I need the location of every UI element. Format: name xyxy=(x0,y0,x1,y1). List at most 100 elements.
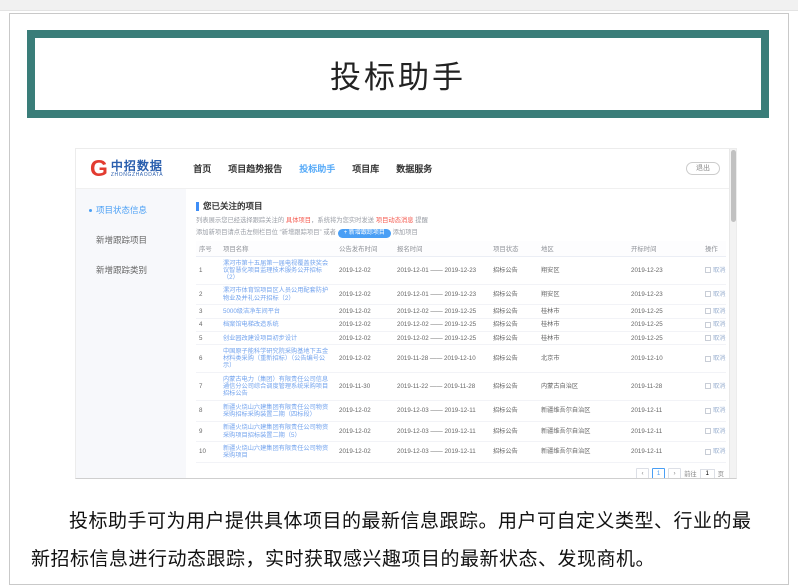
checkbox-icon[interactable] xyxy=(705,449,711,455)
unfollow-link[interactable]: 取消关注 xyxy=(702,401,726,422)
page-next-button[interactable]: › xyxy=(668,468,681,479)
table-row: 35000级洁净车间平台2019-12-022019-12-02 —— 2019… xyxy=(196,305,726,318)
unfollow-link[interactable]: 取消关注 xyxy=(702,305,726,318)
logo-subtitle: ZHONGZHAODATA xyxy=(111,172,163,178)
app-nav: 首页 项目趋势报告 投标助手 项目库 数据服务 xyxy=(193,162,432,175)
table-cell: 2019-12-03 —— 2019-12-11 xyxy=(394,401,490,422)
nav-item-link[interactable]: 项目库 xyxy=(352,162,379,175)
table-cell: 内蒙古自治区 xyxy=(538,373,628,401)
table-cell: 2019-12-02 xyxy=(336,284,394,305)
nav-item-link[interactable]: 项目趋势报告 xyxy=(228,162,282,175)
table-cell: 2019-12-11 xyxy=(628,421,702,442)
section1-title: 您已关注的项目 xyxy=(196,200,726,212)
project-name-link[interactable]: 档案馆电梯改造系统 xyxy=(220,318,336,331)
table-cell: 2019-11-22 —— 2019-11-28 xyxy=(394,373,490,401)
table-cell: 2019-12-02 xyxy=(336,345,394,373)
scrollbar-thumb[interactable] xyxy=(731,150,736,222)
table-cell: 3 xyxy=(196,305,220,318)
project-name-link[interactable]: 中国原子能科学研究院采购基地下五金材料类采购（重新招标）（公告编号公示） xyxy=(220,345,336,373)
unfollow-link[interactable]: 取消关注 xyxy=(702,345,726,373)
bullet-dot-icon xyxy=(89,269,92,272)
table-cell: 招标公告 xyxy=(490,345,538,373)
unfollow-link[interactable]: 取消关注 xyxy=(702,318,726,331)
sidebar-item[interactable]: 项目状态信息 xyxy=(89,204,186,216)
table-cell: 招标公告 xyxy=(490,257,538,285)
table-cell: 2019-11-30 xyxy=(336,373,394,401)
logout-button[interactable]: 退出 xyxy=(686,162,720,175)
app-sidebar: 项目状态信息新增跟踪项目新增跟踪类别 xyxy=(76,189,186,479)
table-cell: 招标公告 xyxy=(490,401,538,422)
highlight-text: 具体项目 xyxy=(286,217,311,224)
project-name-link[interactable]: 新疆火烧山六建集团有限责任公司物资采购项目招标装置二期（5） xyxy=(220,421,336,442)
checkbox-icon[interactable] xyxy=(705,267,711,273)
app-logo[interactable]: G 中招数据 ZHONGZHAODATA xyxy=(90,157,163,180)
table-header-cell: 项目状态 xyxy=(490,241,538,257)
project-name-link[interactable]: 创业园改建设项目初步设计 xyxy=(220,332,336,345)
unfollow-link[interactable]: 取消关注 xyxy=(702,421,726,442)
page-title: 投标助手 xyxy=(330,52,466,97)
table-header-cell: 开标时间 xyxy=(628,241,702,257)
table-cell: 招标公告 xyxy=(490,318,538,331)
page-unit-label: 页 xyxy=(718,469,724,478)
table-row: 4档案馆电梯改造系统2019-12-022019-12-02 —— 2019-1… xyxy=(196,318,726,331)
table-header-cell: 地区 xyxy=(538,241,628,257)
project-name-link[interactable]: 漯河市体育馆项目区人员公用配套防护物业及并礼公开招标（2） xyxy=(220,284,336,305)
unfollow-link[interactable]: 取消关注 xyxy=(702,284,726,305)
checkbox-icon[interactable] xyxy=(705,291,711,297)
page-top-strip xyxy=(0,0,798,11)
checkbox-icon[interactable] xyxy=(705,356,711,362)
table-cell: 翔安区 xyxy=(538,284,628,305)
logo-name: 中招数据 xyxy=(111,160,163,172)
table-cell: 2019-12-03 —— 2019-12-11 xyxy=(394,421,490,442)
checkbox-icon[interactable] xyxy=(705,383,711,389)
app-header: G 中招数据 ZHONGZHAODATA 首页 项目趋势报告 投标助手 项目库 数据服务… xyxy=(76,149,736,189)
table-cell: 桂林市 xyxy=(538,305,628,318)
project-name-link[interactable]: 新疆火烧山六建集团有限责任公司物资采购项目 xyxy=(220,442,336,463)
sidebar-item[interactable]: 新增跟踪项目 xyxy=(89,234,186,246)
table-header-cell: 序号 xyxy=(196,241,220,257)
table-cell: 2019-12-10 xyxy=(628,345,702,373)
nav-item-active[interactable]: 投标助手 xyxy=(299,162,335,175)
sidebar-item[interactable]: 新增跟踪类别 xyxy=(89,264,186,276)
project-name-link[interactable]: 内蒙古电力（集团）有限责任公司信息通信分公司综合调度管理系统采购项目招标公告 xyxy=(220,373,336,401)
unfollow-link[interactable]: 取消关注 xyxy=(702,442,726,463)
highlight-text: 项目动态消息 xyxy=(376,217,414,224)
checkbox-icon[interactable] xyxy=(705,308,711,314)
table-cell: 2019-12-02 xyxy=(336,318,394,331)
feature-description-text: 投标助手可为用户提供具体项目的最新信息跟踪。用户可自定义类型、行业的最新招标信息… xyxy=(31,503,767,579)
app-scrollbar[interactable] xyxy=(729,149,736,478)
checkbox-icon[interactable] xyxy=(705,322,711,328)
description-text: 列表展示您已经选择跟踪关注的 xyxy=(196,217,286,224)
unfollow-link[interactable]: 取消关注 xyxy=(702,332,726,345)
unfollow-link[interactable]: 取消关注 xyxy=(702,373,726,401)
checkbox-icon[interactable] xyxy=(705,408,711,414)
table-cell: 北京市 xyxy=(538,345,628,373)
table-cell: 2019-12-25 xyxy=(628,332,702,345)
sidebar-item-label: 新增跟踪类别 xyxy=(96,264,147,276)
checkbox-icon[interactable] xyxy=(705,335,711,341)
table-cell: 2019-12-02 xyxy=(336,332,394,345)
project-name-link[interactable]: 5000级洁净车间平台 xyxy=(220,305,336,318)
table-cell: 2019-12-02 —— 2019-12-25 xyxy=(394,332,490,345)
description-text: 添加项目 xyxy=(391,229,418,236)
table-cell: 招标公告 xyxy=(490,442,538,463)
section1-description: 列表展示您已经选择跟踪关注的 具体项目，系统将为您实时发送 项目动态消息 提醒添… xyxy=(196,216,726,238)
goto-page-input[interactable] xyxy=(700,469,715,479)
table-cell: 2019-12-02 xyxy=(336,257,394,285)
table-cell: 2019-12-02 —— 2019-12-25 xyxy=(394,318,490,331)
table-cell: 招标公告 xyxy=(490,305,538,318)
page-prev-button[interactable]: ‹ xyxy=(636,468,649,479)
nav-item-link[interactable]: 数据服务 xyxy=(396,162,432,175)
table-cell: 2019-11-28 —— 2019-12-10 xyxy=(394,345,490,373)
checkbox-icon[interactable] xyxy=(705,428,711,434)
project-name-link[interactable]: 漯河市第十五届第一届电视覆盖获奖会议智慧化项目监理技术服务公开招标（2） xyxy=(220,257,336,285)
unfollow-link[interactable]: 取消关注 xyxy=(702,257,726,285)
page-number-button[interactable]: 1 xyxy=(652,468,665,479)
project-name-link[interactable]: 新疆火烧山六建集团有限责任公司物资采购招标采购装置二期（四标段） xyxy=(220,401,336,422)
add-tracking-button[interactable]: + 新增跟踪项目 xyxy=(338,229,391,238)
nav-item-link[interactable]: 首页 xyxy=(193,162,211,175)
app-main: 您已关注的项目 列表展示您已经选择跟踪关注的 具体项目，系统将为您实时发送 项目… xyxy=(186,189,736,479)
table-cell: 2019-12-01 —— 2019-12-23 xyxy=(394,257,490,285)
table-cell: 2019-12-25 xyxy=(628,318,702,331)
table-cell: 2019-12-02 —— 2019-12-25 xyxy=(394,305,490,318)
